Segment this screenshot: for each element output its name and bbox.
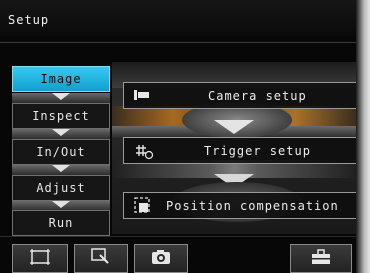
arrow-down-icon [52,93,70,100]
menu-item-label: Inspect [32,109,90,123]
title-divider [0,42,356,43]
display-frame-icon [29,248,51,270]
camera-setup-label: Camera setup [208,89,307,103]
menu-item-image[interactable]: Image [12,66,110,92]
trigger-setup-icon [134,144,154,163]
display-frame-button[interactable] [12,244,68,273]
arrow-down-icon [52,165,70,172]
position-compensation-label: Position compensation [166,199,339,213]
trigger-setup-label: Trigger setup [204,144,311,158]
toolbox-icon [310,248,332,269]
toolbox-button[interactable] [290,244,352,273]
menu-item-label: Run [48,216,74,230]
toolbar-divider [0,236,356,237]
menu-item-run[interactable]: Run [12,210,110,236]
position-compensation-button[interactable]: Position compensation [123,192,363,219]
zoom-area-button[interactable] [74,244,128,273]
menu-item-label: Image [40,72,82,86]
menu-item-label: In/Out [36,145,86,159]
camera-setup-icon [134,89,150,104]
trigger-setup-button[interactable]: Trigger setup [123,137,363,164]
arrow-down-icon [52,201,70,208]
menu-item-adjust[interactable]: Adjust [12,175,110,201]
camera-icon [151,249,171,269]
capture-button[interactable] [134,244,188,273]
menu-item-in-out[interactable]: In/Out [12,139,110,165]
title-bar: Setup [0,0,356,36]
menu-connector [12,93,110,103]
zoom-area-icon [91,247,111,270]
menu-connector [12,129,110,139]
menu-item-label: Adjust [36,181,86,195]
menu-item-inspect[interactable]: Inspect [12,103,110,129]
position-compensation-icon [134,197,152,218]
window-title: Setup [8,13,50,27]
menu-connector [12,165,110,175]
setup-screen: Setup Image Inspect In/Out Adjust Run Ca… [0,0,370,273]
camera-setup-button[interactable]: Camera setup [123,82,363,109]
arrow-down-icon [52,129,70,136]
